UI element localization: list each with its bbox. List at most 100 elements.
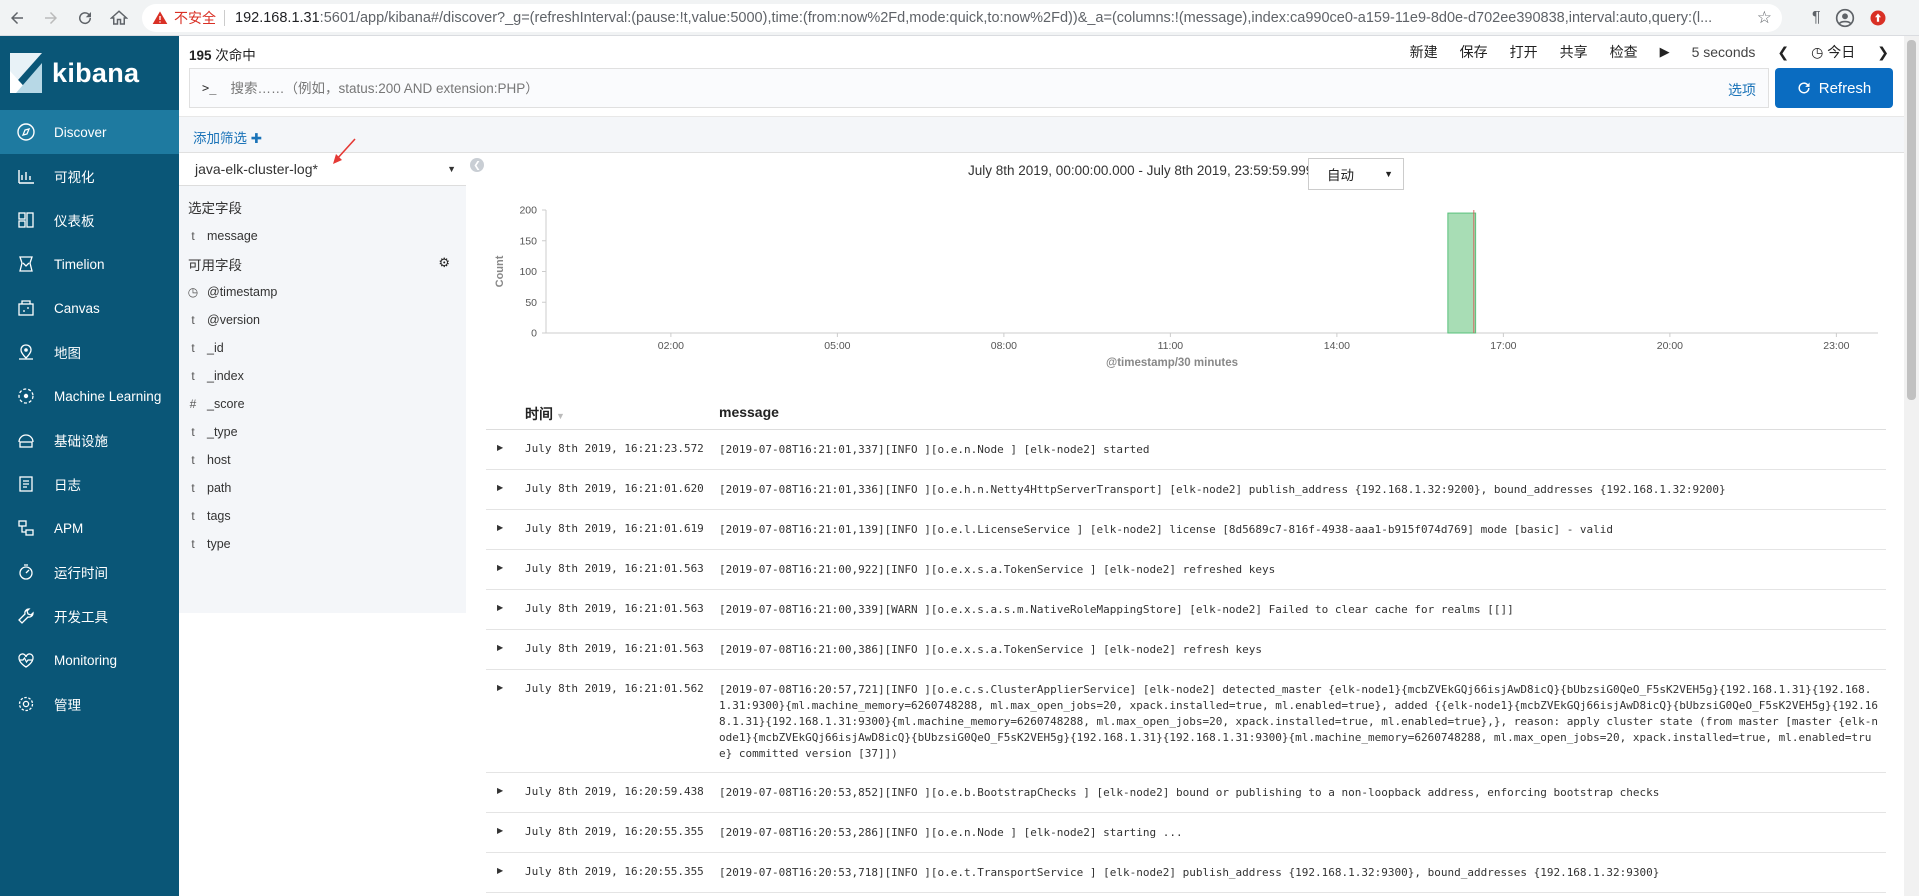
expand-row-icon[interactable]: ▶ xyxy=(497,683,503,692)
field-item[interactable]: t _index xyxy=(179,361,466,391)
field-type-icon: t xyxy=(191,313,195,327)
arrow-left-icon xyxy=(11,11,23,24)
expand-row-icon[interactable]: ▶ xyxy=(497,483,503,492)
sidebar-item-machine-learning[interactable]: Machine Learning xyxy=(0,374,179,418)
date-label: 今日 xyxy=(1827,44,1856,60)
home-button[interactable] xyxy=(102,0,136,36)
sidebar-item-运行时间[interactable]: 运行时间 xyxy=(0,550,179,594)
address-bar[interactable]: 不安全 192.168.1.31 :5601/app/kibana#/disco… xyxy=(142,3,1782,32)
sidebar-item-管理[interactable]: 管理 xyxy=(0,682,179,726)
menu-new[interactable]: 新建 xyxy=(1410,42,1438,62)
url-host: 192.168.1.31 xyxy=(235,9,320,26)
field-item[interactable]: t host xyxy=(179,445,466,475)
selected-fields-title: 选定字段 xyxy=(188,201,242,216)
field-item[interactable]: t path xyxy=(179,473,466,503)
refresh-interval[interactable]: 5 seconds xyxy=(1692,44,1756,60)
time-forward-chevron-icon[interactable]: ❯ xyxy=(1877,44,1889,61)
hits-count: 195 xyxy=(189,48,212,63)
row-time: July 8th 2019, 16:20:59.438 xyxy=(525,785,704,798)
histogram-bar[interactable] xyxy=(1447,212,1477,334)
index-pattern-select[interactable]: java-elk-cluster-log* ▼ xyxy=(179,153,466,186)
scrollbar-thumb[interactable] xyxy=(1907,40,1916,400)
field-name: @version xyxy=(207,313,260,327)
kibana-sidebar: kibana Discover 可视化仪表板 Timelion Canvas 地图 Mac… xyxy=(0,36,179,896)
expand-row-icon[interactable]: ▶ xyxy=(497,563,503,572)
table-row: ▶ July 8th 2019, 16:21:01.563 [2019-07-08T… xyxy=(486,550,1886,590)
field-item[interactable]: t type xyxy=(179,529,466,559)
sidebar-item-monitoring[interactable]: Monitoring xyxy=(0,638,179,682)
sidebar-item-基础设施[interactable]: 基础设施 xyxy=(0,418,179,462)
sidebar-item-地图[interactable]: 地图 xyxy=(0,330,179,374)
row-message: [2019-07-08T16:20:57,721][INFO ][o.e.c.s… xyxy=(719,683,1878,760)
play-icon[interactable]: ▶ xyxy=(1660,44,1670,60)
field-settings-gear-icon[interactable]: ⚙ xyxy=(438,255,450,271)
menu-inspect[interactable]: 检查 xyxy=(1610,42,1638,62)
sidebar-item-canvas[interactable]: Canvas xyxy=(0,286,179,330)
x-axis-label: @timestamp/30 minutes xyxy=(1106,357,1238,369)
field-name: _index xyxy=(207,369,244,383)
row-time: July 8th 2019, 16:21:01.562 xyxy=(525,682,704,695)
bookmark-star-icon[interactable]: ☆ xyxy=(1757,8,1772,28)
sidebar-item-discover[interactable]: Discover xyxy=(0,110,179,154)
account-icon[interactable] xyxy=(1835,8,1855,28)
forward-button[interactable] xyxy=(34,0,68,36)
security-warning[interactable]: 不安全 xyxy=(152,8,216,28)
paragraph-extension-icon[interactable]: ¶ xyxy=(1812,9,1821,27)
menu-open[interactable]: 打开 xyxy=(1510,42,1538,62)
sidebar-item-日志[interactable]: 日志 xyxy=(0,462,179,506)
url-path: :5601/app/kibana#/discover?_g=(refreshIn… xyxy=(319,9,1713,26)
sidebar-item-仪表板[interactable]: 仪表板 xyxy=(0,198,179,242)
map-icon xyxy=(14,340,38,364)
refresh-label: Refresh xyxy=(1818,79,1872,97)
kibana-logo[interactable]: kibana xyxy=(0,36,179,110)
expand-row-icon[interactable]: ▶ xyxy=(497,786,503,795)
field-item[interactable]: t tags xyxy=(179,501,466,531)
hits-label: 次命中 xyxy=(215,48,256,63)
reload-button[interactable] xyxy=(68,0,102,36)
menu-share[interactable]: 共享 xyxy=(1560,42,1588,62)
sidebar-item-label: 管理 xyxy=(54,698,81,713)
time-back-chevron-icon[interactable]: ❮ xyxy=(1777,44,1789,61)
expand-row-icon[interactable]: ▶ xyxy=(497,643,503,652)
y-tick-label: 0 xyxy=(531,328,537,340)
time-column-header[interactable]: 时间 ▼ xyxy=(525,404,565,424)
sidebar-item-开发工具[interactable]: 开发工具 xyxy=(0,594,179,638)
interval-select[interactable]: 自动 ▼ xyxy=(1308,158,1404,190)
refresh-button[interactable]: Refresh xyxy=(1775,68,1893,108)
y-tick-label: 50 xyxy=(525,297,537,309)
options-link[interactable]: 选项 xyxy=(1728,80,1756,100)
x-tick-label: 08:00 xyxy=(991,340,1017,352)
back-button[interactable] xyxy=(0,0,34,36)
menu-save[interactable]: 保存 xyxy=(1460,42,1488,62)
expand-row-icon[interactable]: ▶ xyxy=(497,826,503,835)
search-input[interactable] xyxy=(230,80,1531,96)
add-filter-button[interactable]: 添加筛选 ✚ xyxy=(193,127,262,147)
field-item[interactable]: ◷ @timestamp xyxy=(179,277,466,307)
expand-row-icon[interactable]: ▶ xyxy=(497,443,503,452)
sidebar-item-可视化[interactable]: 可视化 xyxy=(0,154,179,198)
field-item[interactable]: # _score xyxy=(179,389,466,419)
page-scrollbar[interactable] xyxy=(1904,36,1919,896)
update-alert-icon[interactable] xyxy=(1869,9,1887,27)
expand-row-icon[interactable]: ▶ xyxy=(497,866,503,875)
expand-row-icon[interactable]: ▶ xyxy=(497,603,503,612)
sidebar-nav: Discover 可视化仪表板 Timelion Canvas 地图 Machine Le… xyxy=(0,110,179,726)
field-type-icon: t xyxy=(191,425,195,439)
field-item[interactable]: t _type xyxy=(179,417,466,447)
field-name: host xyxy=(207,453,231,467)
time-column-label: 时间 xyxy=(525,406,553,422)
x-tick-label: 17:00 xyxy=(1490,340,1516,352)
collapse-sidebar-chevron-icon[interactable]: ❮ xyxy=(470,158,484,172)
sort-icon[interactable]: ▼ xyxy=(556,411,565,421)
field-item[interactable]: t @version xyxy=(179,305,466,335)
date-picker[interactable]: ◷ 今日 xyxy=(1811,42,1855,62)
sidebar-item-label: 可视化 xyxy=(54,170,95,185)
sidebar-item-apm[interactable]: APM xyxy=(0,506,179,550)
expand-row-icon[interactable]: ▶ xyxy=(497,523,503,532)
sidebar-item-label: APM xyxy=(54,520,84,536)
monitoring-icon xyxy=(14,648,38,672)
message-column-header[interactable]: message xyxy=(719,404,779,420)
field-item[interactable]: t _id xyxy=(179,333,466,363)
field-item[interactable]: t message xyxy=(179,221,466,251)
sidebar-item-timelion[interactable]: Timelion xyxy=(0,242,179,286)
